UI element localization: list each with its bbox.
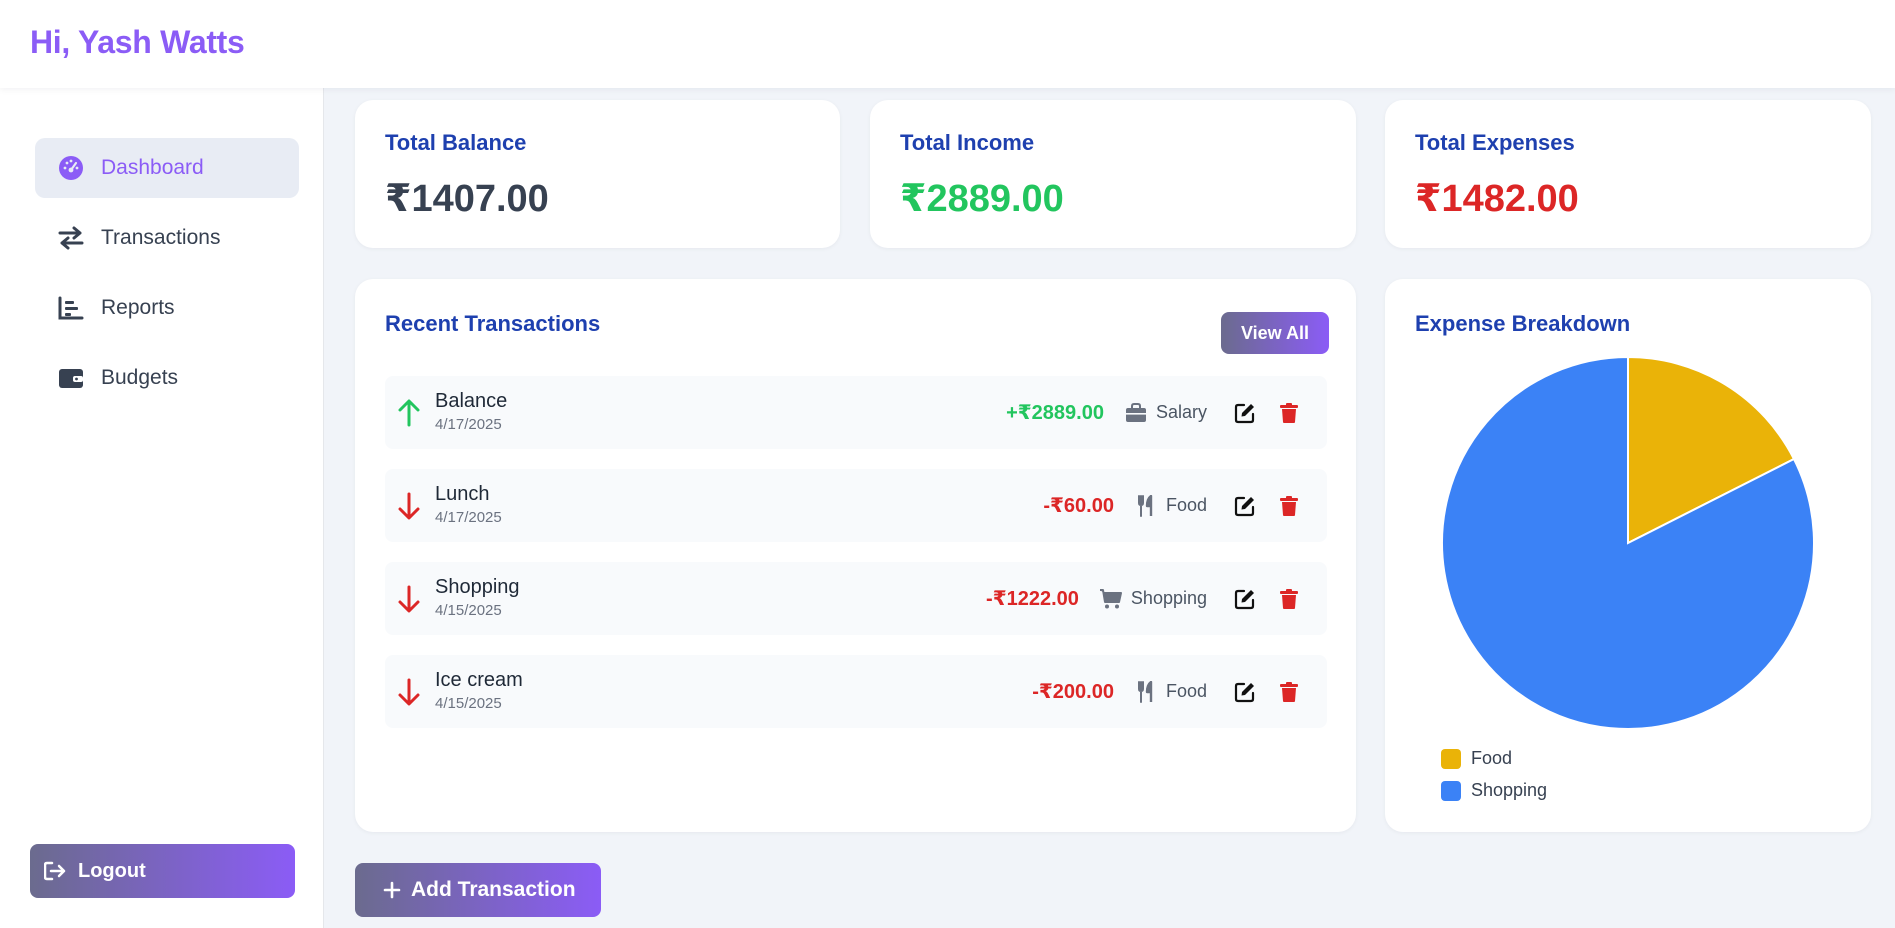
transaction-row: Ice cream 4/15/2025 -₹200.00 Food (385, 655, 1327, 728)
add-transaction-button[interactable]: Add Transaction (355, 863, 601, 917)
edit-icon[interactable] (1233, 494, 1257, 518)
greeting: Hi, Yash Watts (30, 24, 245, 60)
transaction-category: Shopping (1130, 588, 1207, 608)
sidebar-item-budgets[interactable]: Budgets (35, 348, 299, 408)
transaction-amount: -₹200.00 (1032, 681, 1114, 703)
sidebar-item-transactions[interactable]: Transactions (35, 208, 299, 268)
legend-swatch (1441, 780, 1461, 801)
gauge-icon (57, 154, 85, 182)
transaction-name: Shopping (435, 576, 520, 598)
arrow-up-icon (398, 399, 420, 427)
total-expenses-value: ₹1482.00 (1415, 178, 1579, 220)
view-all-button[interactable]: View All (1221, 312, 1329, 354)
edit-icon[interactable] (1233, 587, 1257, 611)
arrow-down-icon (398, 585, 420, 613)
transaction-row: Shopping 4/15/2025 -₹1222.00 Shopping (385, 562, 1327, 635)
recent-transactions-card: Recent Transactions View All Balance 4/17… (355, 279, 1356, 832)
transaction-category: Food (1165, 495, 1207, 515)
transaction-row: Balance 4/17/2025 +₹2889.00 Salary (385, 376, 1327, 449)
legend-label: Shopping (1471, 780, 1548, 800)
arrows-exchange-icon (57, 224, 85, 252)
delete-icon[interactable] (1277, 587, 1301, 611)
total-income-value: ₹2889.00 (900, 178, 1064, 220)
total-balance-card: Total Balance ₹1407.00 (355, 100, 840, 248)
sign-out-icon (44, 861, 66, 881)
transaction-amount: +₹2889.00 (1006, 402, 1104, 424)
legend-swatch (1441, 748, 1461, 769)
transaction-category: Food (1165, 681, 1207, 701)
recent-transactions-title: Recent Transactions (385, 311, 601, 336)
sidebar-item-reports[interactable]: Reports (35, 278, 299, 338)
cart-icon (1099, 587, 1123, 611)
top-bar: Hi, Yash Watts (0, 0, 1895, 88)
arrow-down-icon (398, 492, 420, 520)
expense-breakdown-card: Expense Breakdown Food Shopping (1385, 279, 1871, 832)
total-expenses-title: Total Expenses (1415, 130, 1575, 155)
transaction-amount: -₹1222.00 (986, 588, 1079, 610)
bar-chart-icon (57, 294, 85, 322)
total-income-title: Total Income (900, 130, 1035, 155)
transaction-amount: -₹60.00 (1043, 495, 1114, 517)
transaction-name: Balance (435, 390, 508, 412)
edit-icon[interactable] (1233, 680, 1257, 704)
sidebar-item-label: Transactions (101, 226, 221, 249)
delete-icon[interactable] (1277, 680, 1301, 704)
wallet-icon (57, 364, 85, 392)
logout-button[interactable]: Logout (30, 844, 295, 898)
transaction-date: 4/15/2025 (435, 602, 502, 619)
utensils-icon (1134, 680, 1158, 704)
total-balance-title: Total Balance (385, 130, 527, 155)
plus-icon (383, 881, 401, 899)
arrow-down-icon (398, 678, 420, 706)
delete-icon[interactable] (1277, 401, 1301, 425)
sidebar-item-label: Budgets (101, 366, 179, 389)
total-income-card: Total Income ₹2889.00 (870, 100, 1356, 248)
logout-label: Logout (78, 859, 146, 882)
transaction-name: Ice cream (435, 669, 523, 691)
add-transaction-label: Add Transaction (411, 878, 576, 901)
delete-icon[interactable] (1277, 494, 1301, 518)
sidebar-item-label: Dashboard (101, 156, 204, 179)
legend-label: Food (1471, 748, 1513, 768)
total-balance-value: ₹1407.00 (385, 178, 549, 220)
expense-breakdown-title: Expense Breakdown (1415, 311, 1631, 336)
legend-item: Food (1441, 748, 1512, 769)
transaction-date: 4/17/2025 (435, 416, 502, 433)
total-expenses-card: Total Expenses ₹1482.00 (1385, 100, 1871, 248)
legend-item: Shopping (1441, 780, 1547, 801)
briefcase-icon (1124, 401, 1148, 425)
transaction-date: 4/15/2025 (435, 695, 502, 712)
edit-icon[interactable] (1233, 401, 1257, 425)
transaction-name: Lunch (435, 483, 490, 505)
utensils-icon (1134, 494, 1158, 518)
sidebar: Dashboard Transactions Reports Budgets L… (0, 88, 324, 928)
transaction-row: Lunch 4/17/2025 -₹60.00 Food (385, 469, 1327, 542)
expense-pie-chart (1441, 355, 1815, 730)
sidebar-item-label: Reports (101, 296, 175, 319)
sidebar-item-dashboard[interactable]: Dashboard (35, 138, 299, 198)
transaction-date: 4/17/2025 (435, 509, 502, 526)
transaction-category: Salary (1155, 402, 1207, 422)
